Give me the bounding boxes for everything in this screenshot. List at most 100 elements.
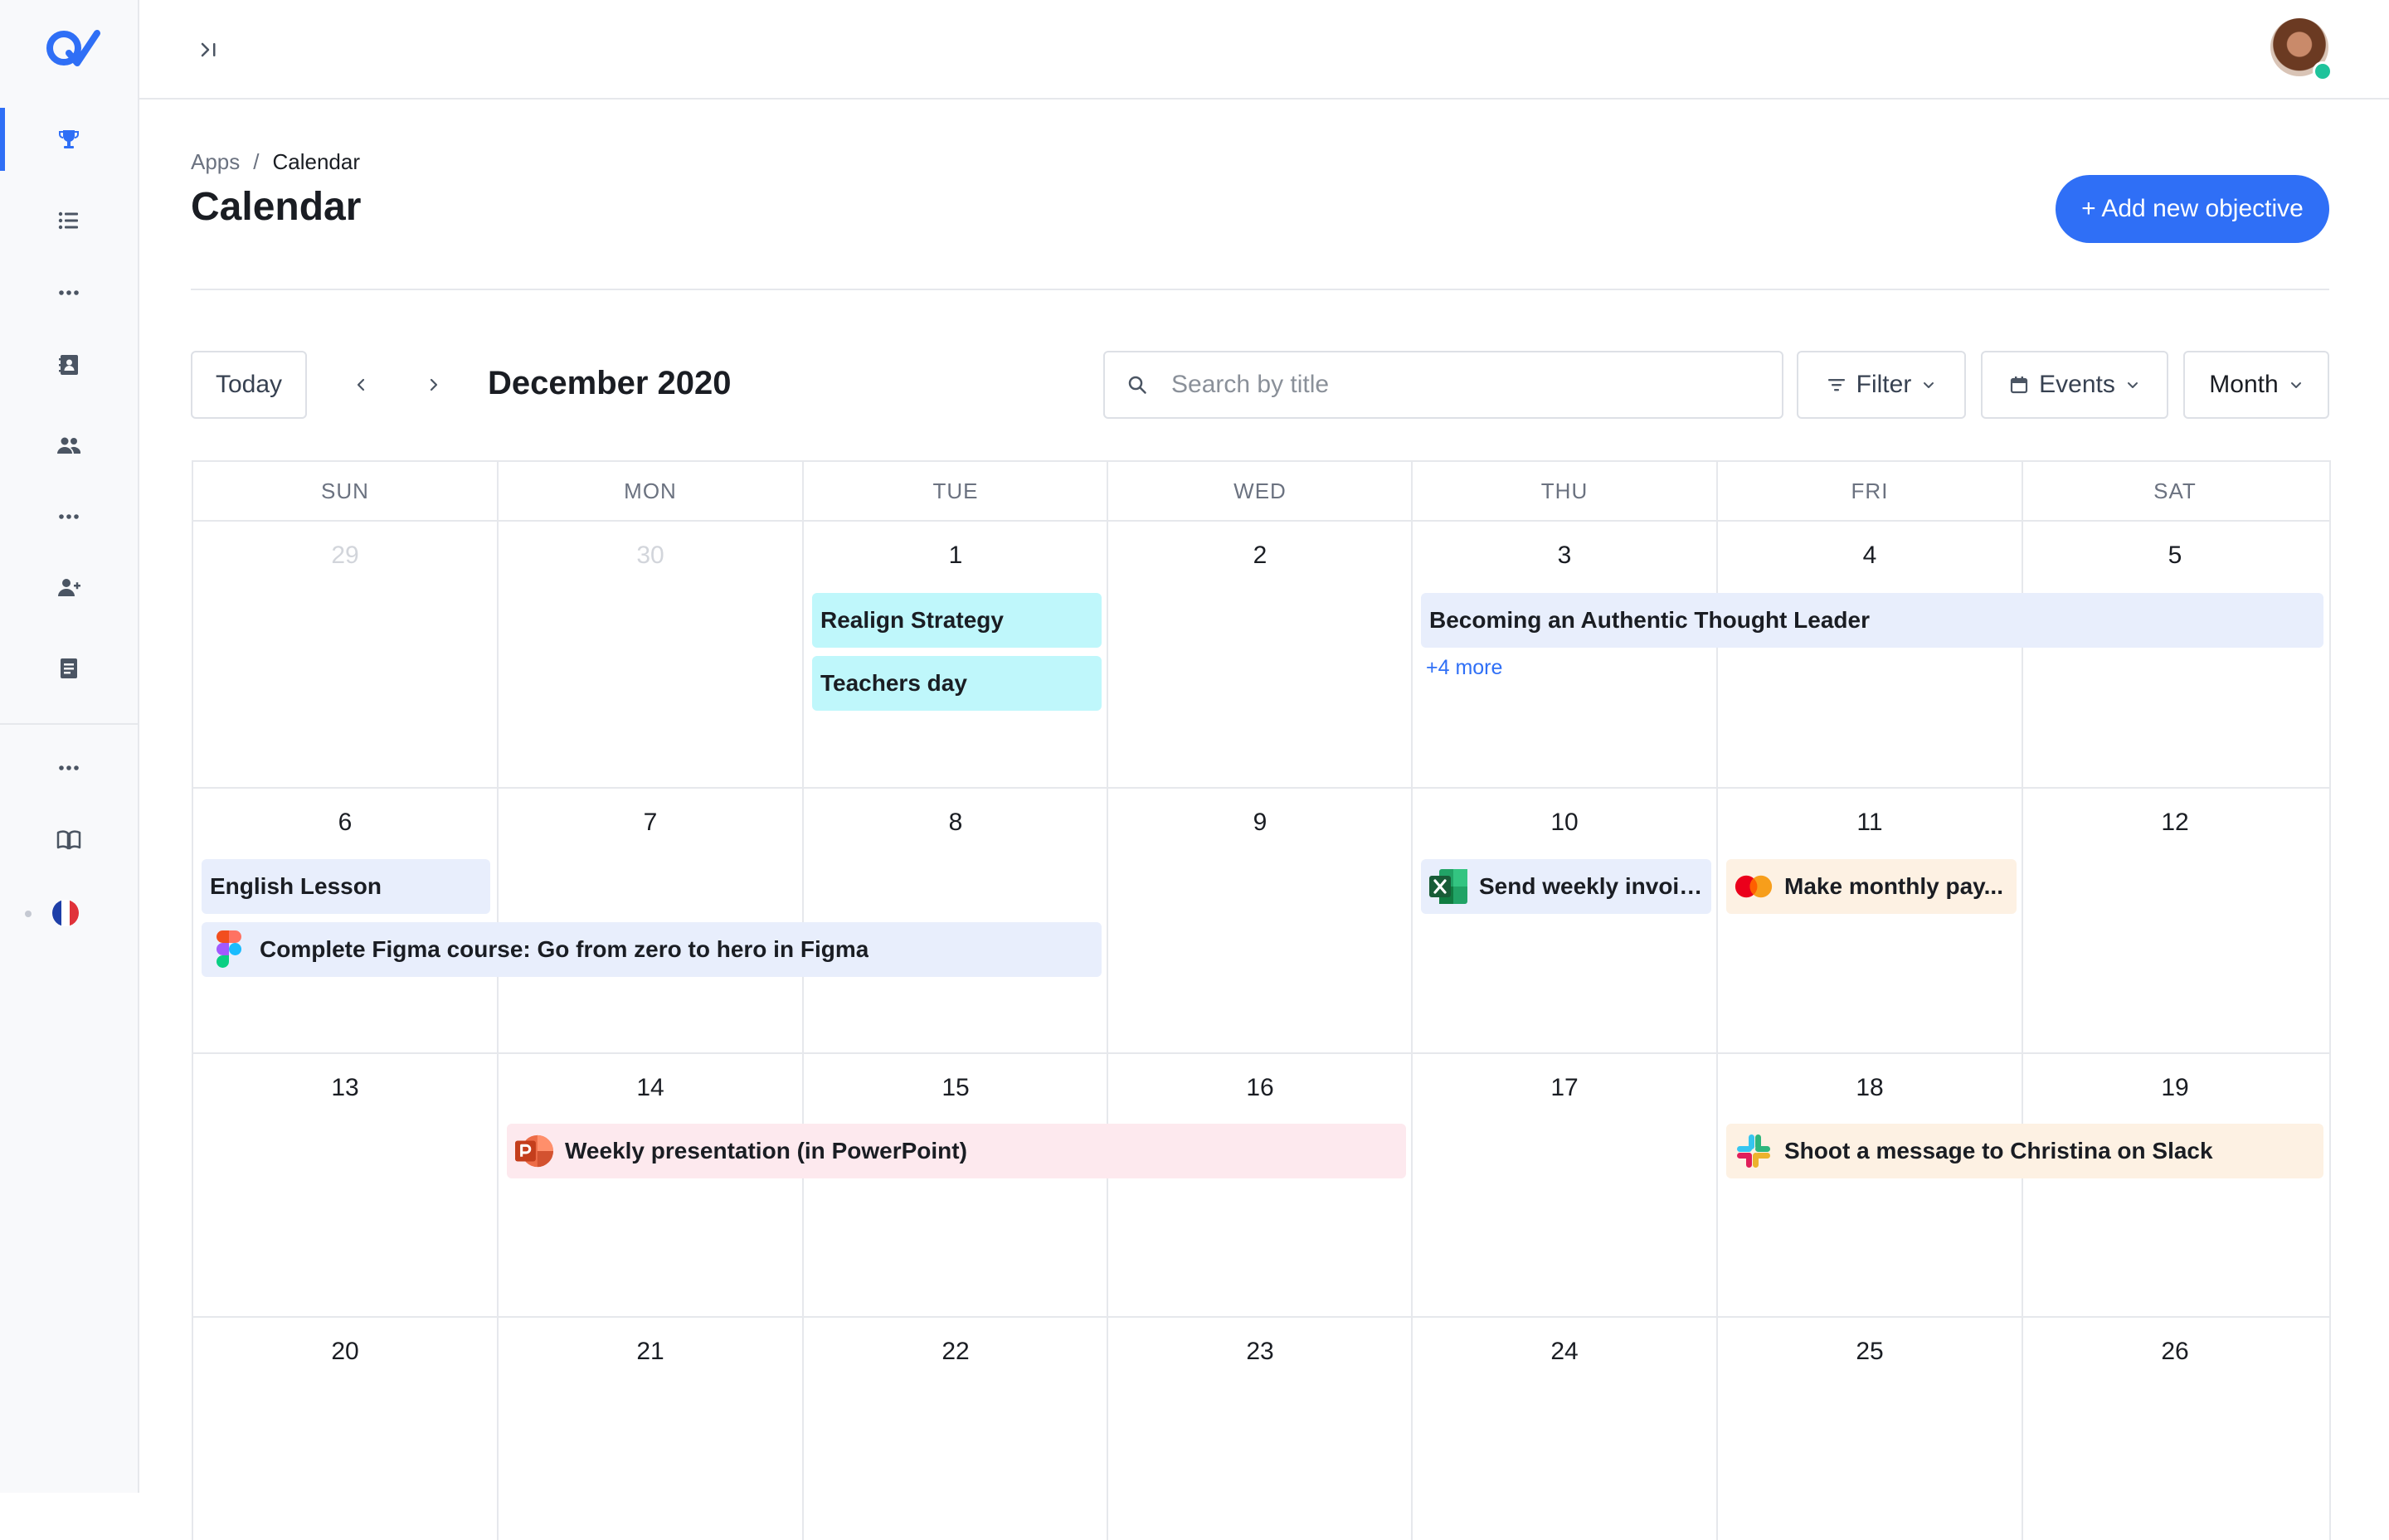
nav-item-docs[interactable] xyxy=(0,807,138,873)
sidebar-toggle-button[interactable] xyxy=(192,33,226,66)
day-number[interactable]: 15 xyxy=(804,1074,1107,1102)
weekday-header: THU xyxy=(1540,478,1589,503)
event-title: English Lesson xyxy=(210,873,382,899)
search-input[interactable] xyxy=(1170,370,1754,400)
list-icon xyxy=(58,211,78,230)
filter-label: Filter xyxy=(1856,371,1912,398)
search-icon xyxy=(1128,376,1146,394)
day-number[interactable]: 26 xyxy=(2023,1338,2327,1366)
event-authentic-thought-leader[interactable]: Becoming an Authentic Thought Leader xyxy=(1421,593,2323,648)
day-number[interactable]: 7 xyxy=(499,809,802,837)
filter-dropdown[interactable]: Filter xyxy=(1797,351,1966,419)
day-number[interactable]: 30 xyxy=(499,542,802,570)
powerpoint-icon xyxy=(515,1132,553,1170)
language-indicator-dot xyxy=(25,911,32,917)
france-flag-icon[interactable] xyxy=(52,900,79,926)
nav-more-2[interactable] xyxy=(0,483,138,550)
prev-month-button[interactable] xyxy=(342,365,382,405)
day-number[interactable]: 17 xyxy=(1413,1074,1716,1102)
online-status-badge xyxy=(2313,61,2333,81)
day-number[interactable]: 25 xyxy=(1718,1338,2022,1366)
grid-line xyxy=(802,462,804,1540)
event-title: Complete Figma course: Go from zero to h… xyxy=(260,936,869,962)
chevron-down-icon xyxy=(1924,382,1934,388)
day-number[interactable]: 20 xyxy=(193,1338,497,1366)
open-book-icon xyxy=(56,830,81,850)
day-number[interactable]: 13 xyxy=(193,1074,497,1102)
header-divider xyxy=(191,289,2329,290)
day-number[interactable]: 3 xyxy=(1413,542,1716,570)
more-icon xyxy=(59,514,79,519)
day-number[interactable]: 4 xyxy=(1718,542,2022,570)
day-number[interactable]: 14 xyxy=(499,1074,802,1102)
nav-item-contacts[interactable] xyxy=(0,332,138,398)
contacts-book-icon xyxy=(59,355,78,375)
event-weekly-presentation[interactable]: Weekly presentation (in PowerPoint) xyxy=(507,1124,1406,1178)
day-number[interactable]: 19 xyxy=(2023,1074,2327,1102)
add-objective-button[interactable]: + Add new objective xyxy=(2056,175,2329,243)
view-mode-dropdown[interactable]: Month xyxy=(2183,351,2329,419)
next-month-button[interactable] xyxy=(413,365,453,405)
nav-more-3[interactable] xyxy=(0,735,138,801)
weekday-header: MON xyxy=(624,478,677,503)
day-number[interactable]: 10 xyxy=(1413,809,1716,837)
weekday-header: WED xyxy=(1233,478,1287,503)
document-icon xyxy=(61,658,77,678)
event-slack-message[interactable]: Shoot a message to Christina on Slack xyxy=(1726,1124,2323,1178)
day-number[interactable]: 24 xyxy=(1413,1338,1716,1366)
event-monthly-payment[interactable]: Make monthly pay... xyxy=(1726,859,2017,914)
events-dropdown[interactable]: Events xyxy=(1981,351,2168,419)
event-title: Teachers day xyxy=(820,670,967,696)
day-number[interactable]: 2 xyxy=(1108,542,1412,570)
mastercard-icon xyxy=(1735,867,1773,906)
day-number[interactable]: 29 xyxy=(193,542,497,570)
day-number[interactable]: 9 xyxy=(1108,809,1412,837)
users-icon xyxy=(57,437,81,454)
excel-icon xyxy=(1429,867,1467,906)
collapse-right-icon xyxy=(201,42,216,57)
nav-item-objectives[interactable] xyxy=(0,106,138,172)
day-number[interactable]: 5 xyxy=(2023,542,2327,570)
more-icon xyxy=(59,290,79,295)
day-number[interactable]: 11 xyxy=(1718,809,2022,837)
event-title: Weekly presentation (in PowerPoint) xyxy=(565,1138,967,1164)
more-events-link[interactable]: +4 more xyxy=(1426,656,1502,680)
breadcrumb-current: Calendar xyxy=(272,149,361,174)
breadcrumb-apps[interactable]: Apps xyxy=(191,149,240,175)
trophy-icon xyxy=(59,130,79,148)
figma-icon xyxy=(210,930,248,969)
day-number[interactable]: 8 xyxy=(804,809,1107,837)
event-teachers-day[interactable]: Teachers day xyxy=(812,656,1102,711)
event-realign-strategy[interactable]: Realign Strategy xyxy=(812,593,1102,648)
nav-item-documents[interactable] xyxy=(0,635,138,702)
day-number[interactable]: 1 xyxy=(804,542,1107,570)
day-number[interactable]: 16 xyxy=(1108,1074,1412,1102)
more-icon xyxy=(59,765,79,770)
breadcrumb: Apps / Calendar xyxy=(191,149,360,175)
chevron-down-icon xyxy=(2290,382,2301,388)
nav-item-team[interactable] xyxy=(0,412,138,479)
day-number[interactable]: 18 xyxy=(1718,1074,2022,1102)
sidebar-divider xyxy=(0,723,138,725)
search-field[interactable] xyxy=(1103,351,1783,419)
page-title: Calendar xyxy=(191,185,362,229)
weekday-header: FRI xyxy=(1851,478,1889,503)
event-english-lesson[interactable]: English Lesson xyxy=(202,859,490,914)
top-bar xyxy=(139,0,2389,100)
day-number[interactable]: 21 xyxy=(499,1338,802,1366)
day-number[interactable]: 6 xyxy=(193,809,497,837)
app-logo-icon[interactable] xyxy=(44,25,100,71)
slack-icon xyxy=(1735,1132,1773,1170)
grid-line xyxy=(497,462,499,1540)
today-button[interactable]: Today xyxy=(191,351,307,419)
weekday-header: SUN xyxy=(321,478,369,503)
day-number[interactable]: 12 xyxy=(2023,809,2327,837)
event-send-weekly-invoice[interactable]: Send weekly invoic... xyxy=(1421,859,1711,914)
nav-more-1[interactable] xyxy=(0,260,138,326)
event-figma-course[interactable]: Complete Figma course: Go from zero to h… xyxy=(202,922,1102,977)
day-number[interactable]: 23 xyxy=(1108,1338,1412,1366)
nav-item-invite[interactable] xyxy=(0,554,138,620)
day-number[interactable]: 22 xyxy=(804,1338,1107,1366)
nav-item-list[interactable] xyxy=(0,187,138,254)
grid-line xyxy=(1107,462,1108,1540)
